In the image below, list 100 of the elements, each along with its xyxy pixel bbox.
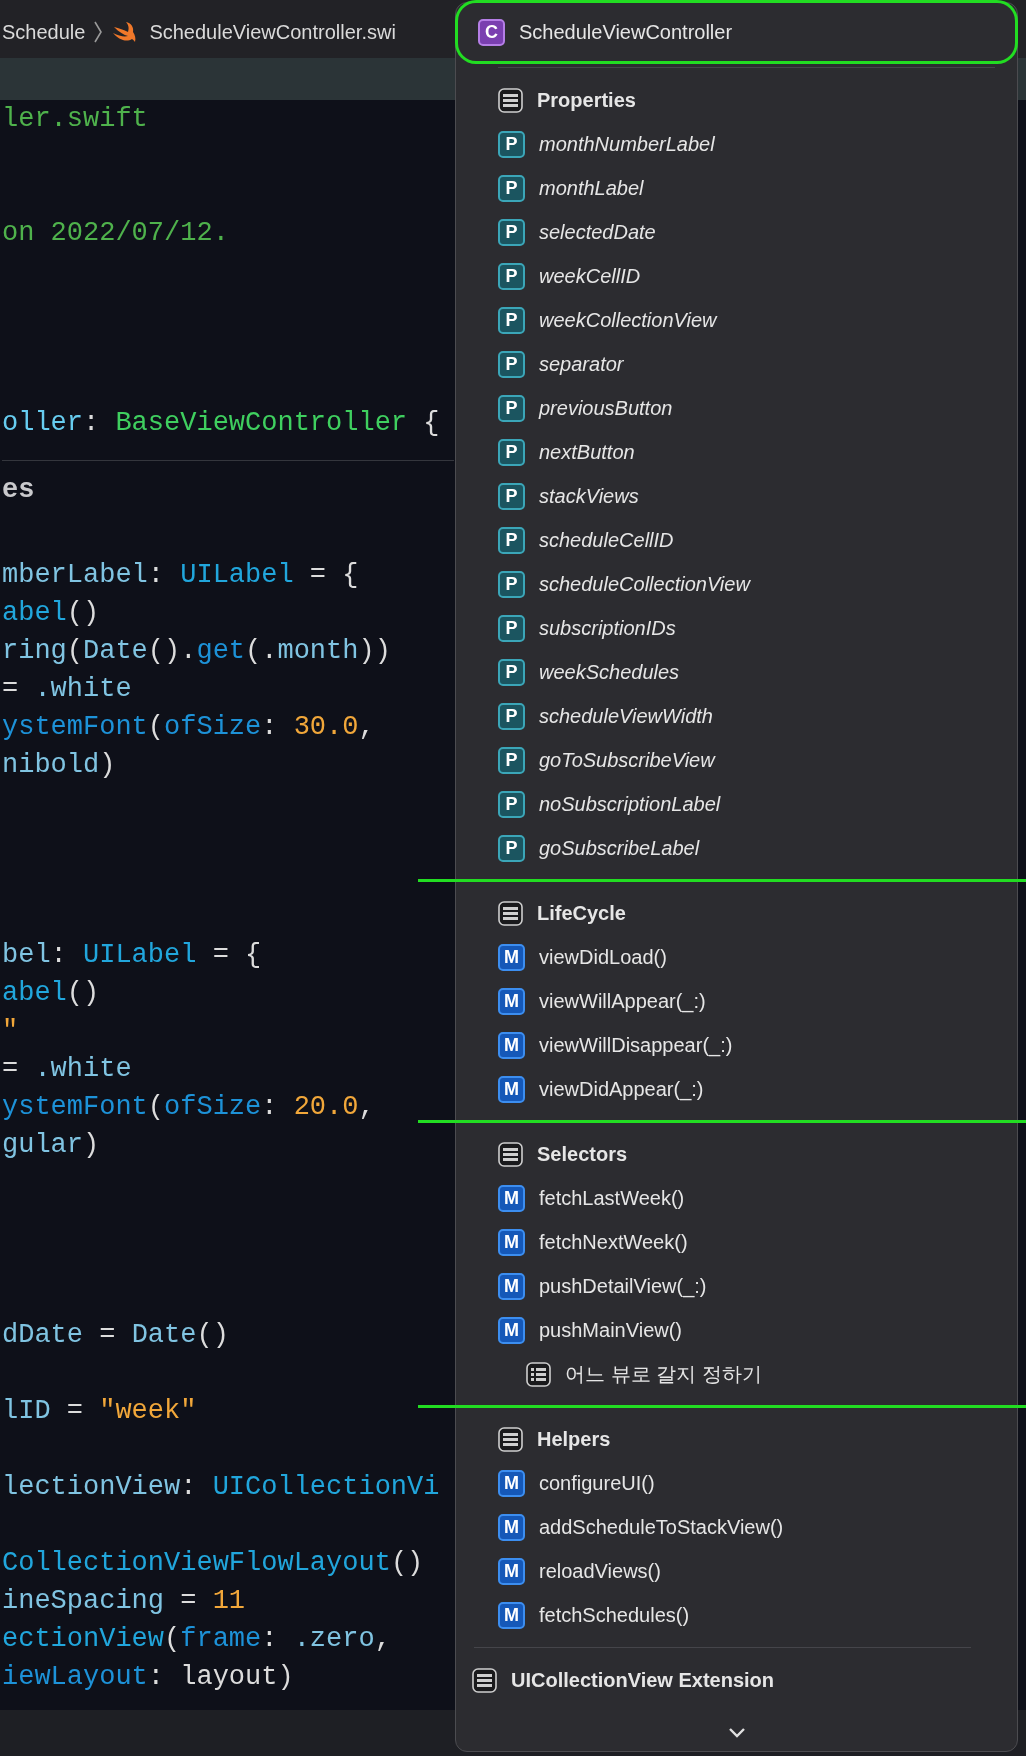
- code-line: = .white: [2, 673, 132, 706]
- property-badge-icon: P: [498, 438, 525, 466]
- menu-item[interactable]: P weekCollectionView: [498, 298, 995, 342]
- code-line: on 2022/07/12.: [2, 217, 229, 250]
- method-badge-icon: M: [498, 1184, 525, 1212]
- menu-item[interactable]: LifeCycle: [498, 891, 995, 935]
- menu-item[interactable]: M viewDidLoad(): [498, 935, 995, 979]
- code-line: gular): [2, 1129, 100, 1162]
- menu-item[interactable]: P stackViews: [498, 474, 995, 518]
- menu-item[interactable]: C ScheduleViewController: [458, 3, 1015, 61]
- code-line: lectionView: UICollectionVi: [2, 1471, 440, 1504]
- property-badge-icon: P: [498, 174, 525, 202]
- menu-item[interactable]: M viewWillDisappear(_:): [498, 1023, 995, 1067]
- chevron-down-icon[interactable]: [727, 1727, 746, 1739]
- menu-item[interactable]: M viewDidAppear(_:): [498, 1067, 995, 1111]
- list-icon: [472, 1667, 497, 1693]
- menu-item[interactable]: P subscriptionIDs: [498, 606, 995, 650]
- method-badge-icon: M: [498, 1075, 525, 1103]
- code-line: = .white: [2, 1053, 132, 1086]
- menu-item[interactable]: P selectedDate: [498, 210, 995, 254]
- bullet-list-icon: [526, 1361, 551, 1387]
- property-badge-icon: P: [498, 702, 525, 730]
- breadcrumb-item[interactable]: Schedule: [2, 20, 86, 44]
- menu-item[interactable]: M pushMainView(): [498, 1308, 995, 1352]
- property-badge-icon: P: [498, 570, 525, 598]
- property-badge-icon: P: [498, 218, 525, 246]
- menu-item[interactable]: P goToSubscribeView: [498, 738, 995, 782]
- code-line: ": [2, 1015, 19, 1048]
- code-line: CollectionViewFlowLayout(): [2, 1547, 424, 1580]
- list-icon: [498, 900, 523, 926]
- property-badge-icon: P: [498, 790, 525, 818]
- menu-item[interactable]: M fetchLastWeek(): [498, 1176, 995, 1220]
- code-line: ystemFont(ofSize: 30.0,: [2, 711, 375, 744]
- code-line: lID = "week": [2, 1395, 197, 1428]
- code-line: bel: UILabel = {: [2, 939, 262, 972]
- menu-item[interactable]: P scheduleViewWidth: [498, 694, 995, 738]
- method-badge-icon: M: [498, 1513, 525, 1541]
- property-badge-icon: P: [498, 394, 525, 422]
- menu-item[interactable]: P monthLabel: [498, 166, 995, 210]
- swift-bird-icon: [111, 21, 138, 43]
- code-line: oller: BaseViewController {: [2, 407, 440, 440]
- menu-item[interactable]: M viewWillAppear(_:): [498, 979, 995, 1023]
- method-badge-icon: M: [498, 1469, 525, 1497]
- code-line: iewLayout: layout): [2, 1661, 294, 1694]
- property-badge-icon: P: [498, 746, 525, 774]
- class-badge-icon: C: [478, 18, 505, 46]
- property-badge-icon: P: [498, 130, 525, 158]
- method-badge-icon: M: [498, 1601, 525, 1629]
- menu-item[interactable]: P monthNumberLabel: [498, 122, 995, 166]
- method-badge-icon: M: [498, 1031, 525, 1059]
- list-icon: [498, 1426, 523, 1452]
- property-badge-icon: P: [498, 614, 525, 642]
- menu-item[interactable]: P nextButton: [498, 430, 995, 474]
- menu-item[interactable]: UICollectionView Extension: [472, 1658, 971, 1702]
- property-badge-icon: P: [498, 526, 525, 554]
- list-icon: [498, 1141, 523, 1167]
- menu-item[interactable]: M fetchNextWeek(): [498, 1220, 995, 1264]
- menu-item[interactable]: P previousButton: [498, 386, 995, 430]
- menu-item[interactable]: M pushDetailView(_:): [498, 1264, 995, 1308]
- menu-item[interactable]: Helpers: [498, 1417, 995, 1461]
- code-line: ineSpacing = 11: [2, 1585, 246, 1618]
- menu-item[interactable]: M addScheduleToStackView(): [498, 1505, 995, 1549]
- property-badge-icon: P: [498, 834, 525, 862]
- code-line: ring(Date().get(.month)): [2, 635, 391, 668]
- code-line: abel(): [2, 597, 100, 630]
- method-badge-icon: M: [498, 943, 525, 971]
- method-badge-icon: M: [498, 1316, 525, 1344]
- chevron-right-icon: [93, 20, 104, 44]
- code-line: dDate = Date(): [2, 1319, 229, 1352]
- menu-item[interactable]: P weekSchedules: [498, 650, 995, 694]
- code-line: nibold): [2, 749, 116, 782]
- menu-item[interactable]: Properties: [498, 78, 995, 122]
- property-badge-icon: P: [498, 262, 525, 290]
- method-badge-icon: M: [498, 1557, 525, 1585]
- property-badge-icon: P: [498, 306, 525, 334]
- menu-item[interactable]: Selectors: [498, 1132, 995, 1176]
- code-line: ler.swift: [2, 103, 148, 136]
- method-badge-icon: M: [498, 1228, 525, 1256]
- menu-item[interactable]: M configureUI(): [498, 1461, 995, 1505]
- menu-item[interactable]: P weekCellID: [498, 254, 995, 298]
- breadcrumb-item[interactable]: ScheduleViewController.swi: [149, 20, 396, 44]
- code-line: ectionView(frame: .zero,: [2, 1623, 391, 1656]
- list-icon: [498, 87, 523, 113]
- property-badge-icon: P: [498, 482, 525, 510]
- menu-item[interactable]: P noSubscriptionLabel: [498, 782, 995, 826]
- menu-item[interactable]: P separator: [498, 342, 995, 386]
- property-badge-icon: P: [498, 350, 525, 378]
- menu-item[interactable]: P scheduleCellID: [498, 518, 995, 562]
- menu-item[interactable]: P scheduleCollectionView: [498, 562, 995, 606]
- code-line: mberLabel: UILabel = {: [2, 559, 359, 592]
- mark-text: es: [2, 473, 35, 507]
- method-badge-icon: M: [498, 1272, 525, 1300]
- property-badge-icon: P: [498, 658, 525, 686]
- method-badge-icon: M: [498, 987, 525, 1015]
- menu-item[interactable]: M reloadViews(): [498, 1549, 995, 1593]
- menu-item[interactable]: P goSubscribeLabel: [498, 826, 995, 870]
- code-line: abel(): [2, 977, 100, 1010]
- menu-item[interactable]: 어느 뷰로 갈지 정하기: [498, 1352, 995, 1396]
- menu-item[interactable]: M fetchSchedules(): [498, 1593, 995, 1637]
- code-line: ystemFont(ofSize: 20.0,: [2, 1091, 375, 1124]
